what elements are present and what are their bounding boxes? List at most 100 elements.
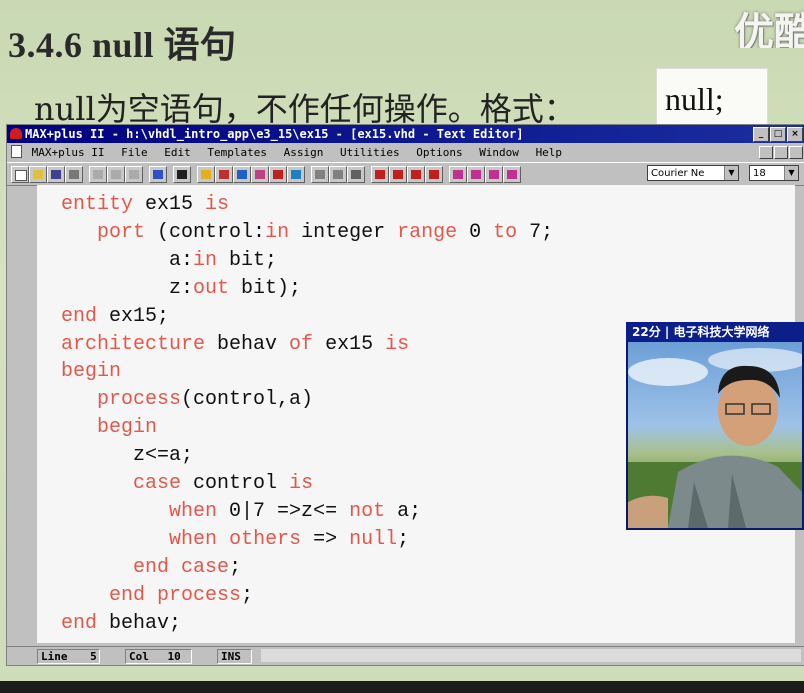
code-keyword: end [37,611,98,635]
status-mode-value: INS [221,650,241,663]
toolbar: Courier Ne ▼ 18 ▼ [7,162,804,186]
menu-help[interactable]: Help [536,146,563,159]
find-error-icon[interactable] [269,166,287,183]
code-line[interactable]: end case; [37,554,795,582]
code-token: ex15; [97,304,170,328]
code-token: (control: [145,220,266,244]
menu-assign[interactable]: Assign [284,146,324,159]
code-token: integer [289,220,398,244]
menu-templates[interactable]: Templates [207,146,267,159]
code-token: 7; [517,220,554,244]
copy-icon[interactable] [107,166,125,183]
code-token: bit); [229,276,302,300]
font-name-select[interactable]: Courier Ne ▼ [647,165,739,181]
chevron-down-icon[interactable]: ▼ [784,166,798,180]
code-token: control [181,472,290,496]
message-icon[interactable] [287,166,305,183]
code-line[interactable]: entity ex15 is [37,191,795,219]
project-save-compile-icon[interactable] [329,166,347,183]
code-keyword: of [289,332,314,356]
hierarchy-up-icon[interactable] [197,166,215,183]
document-icon[interactable] [11,145,22,158]
video-bottom-strip [0,681,804,693]
code-token: 0|7 =>z<= [217,499,350,523]
menu-options[interactable]: Options [416,146,462,159]
horizontal-scrollbar[interactable] [261,649,801,662]
code-keyword: end [133,555,170,579]
format-icon[interactable] [503,166,521,183]
code-keyword: when [169,527,218,551]
code-keyword: when [169,499,218,523]
code-keyword: others [229,527,302,551]
code-token: ; [241,583,254,607]
doc-restore-button[interactable] [774,146,788,159]
code-token: ; [397,527,410,551]
code-token: ex15 [313,332,386,356]
code-keyword: process [157,583,242,607]
null-syntax-text: null; [665,81,724,117]
code-keyword: begin [37,360,122,384]
hierarchy-top-icon[interactable] [215,166,233,183]
font-size-select[interactable]: 18 ▼ [749,165,799,181]
code-keyword: to [493,220,518,244]
new-file-icon[interactable] [11,166,29,183]
find-node-icon[interactable] [251,166,269,183]
status-mode: INS [217,649,252,664]
project-save-simulate-icon[interactable] [347,166,365,183]
code-line[interactable]: a:in bit; [37,247,795,275]
help-pointer-icon[interactable] [173,166,191,183]
code-line[interactable]: z:out bit); [37,275,795,303]
find-text-icon[interactable] [233,166,251,183]
save-icon[interactable] [47,166,65,183]
timing-analyzer-icon[interactable] [407,166,425,183]
code-line[interactable]: when others => null; [37,526,795,554]
null-syntax-box: null; [656,68,768,132]
close-button[interactable]: × [787,127,803,142]
minimize-button[interactable]: _ [753,127,769,142]
doc-minimize-button[interactable] [759,146,773,159]
title-bar[interactable]: MAX+plus II - h:\vhdl_intro_app\e3_15\ex… [7,125,804,143]
code-keyword: case [181,555,230,579]
code-token: ex15 [133,193,206,216]
undo-icon[interactable] [149,166,167,183]
code-token: bit; [217,248,278,272]
status-line-value: 5 [90,650,97,663]
code-keyword: in [265,220,290,244]
code-token: 0 [457,220,494,244]
chevron-down-icon[interactable]: ▼ [724,166,738,180]
maximize-button[interactable]: □ [770,127,786,142]
compiler-icon[interactable] [371,166,389,183]
code-keyword: process [97,388,182,412]
code-line[interactable]: end process; [37,582,795,610]
align-right-icon[interactable] [485,166,503,183]
align-left-icon[interactable] [449,166,467,183]
app-icon[interactable] [10,128,22,139]
align-center-icon[interactable] [467,166,485,183]
print-icon[interactable] [65,166,83,183]
code-line[interactable]: end behav; [37,610,795,638]
programmer-icon[interactable] [425,166,443,183]
cut-icon[interactable] [89,166,107,183]
code-token: a: [37,248,194,272]
open-folder-icon[interactable] [29,166,47,183]
menu-maxplus[interactable]: MAX+plus II [32,146,105,159]
doc-close-button[interactable] [789,146,803,159]
menu-edit[interactable]: Edit [164,146,191,159]
menu-file[interactable]: File [121,146,148,159]
window-title: MAX+plus II - h:\vhdl_intro_app\e3_15\ex… [25,127,524,141]
code-keyword: not [349,499,386,523]
paste-icon[interactable] [125,166,143,183]
simulator-icon[interactable] [389,166,407,183]
project-save-check-icon[interactable] [311,166,329,183]
code-keyword: is [385,332,410,356]
menu-window[interactable]: Window [479,146,519,159]
menu-utilities[interactable]: Utilities [340,146,400,159]
code-line[interactable]: port (control:in integer range 0 to 7; [37,219,795,247]
